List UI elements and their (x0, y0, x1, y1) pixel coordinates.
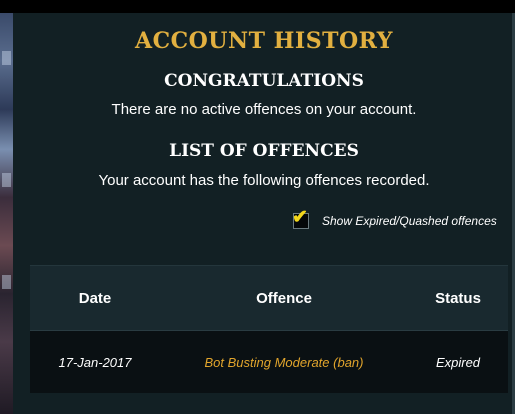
status-column-header: Status (435, 289, 481, 307)
artwork-highlight (2, 51, 11, 65)
no-active-offences-message: There are no active offences on your acc… (111, 101, 417, 118)
top-bar (0, 0, 515, 13)
offence-date: 17-Jan-2017 (58, 354, 132, 370)
offence-name: Bot Busting Moderate (ban) (204, 354, 364, 370)
checkmark-icon: ✔ (292, 207, 308, 228)
show-expired-checkbox[interactable]: ✔ (292, 208, 309, 229)
offence-column-header: Offence (256, 289, 312, 307)
list-of-offences-heading: LIST OF OFFENCES (169, 141, 359, 161)
offences-table: Date Offence Status 17-Jan-2017 Bot Bust… (30, 265, 508, 393)
table-header-row: Date Offence Status (30, 265, 508, 330)
show-expired-filter[interactable]: ✔ Show Expired/Quashed offences (292, 208, 497, 232)
background-artwork (0, 13, 13, 414)
offence-status: Expired (435, 354, 481, 370)
offences-recorded-message: Your account has the following offences … (98, 172, 430, 189)
congratulations-heading: CONGRATULATIONS (164, 71, 364, 91)
date-column-header: Date (78, 289, 112, 307)
table-row: 17-Jan-2017 Bot Busting Moderate (ban) E… (30, 330, 508, 393)
artwork-highlight (2, 275, 11, 289)
page-title: ACCOUNT HISTORY (135, 28, 393, 54)
artwork-highlight (2, 173, 11, 187)
show-expired-label[interactable]: Show Expired/Quashed offences (322, 214, 497, 228)
